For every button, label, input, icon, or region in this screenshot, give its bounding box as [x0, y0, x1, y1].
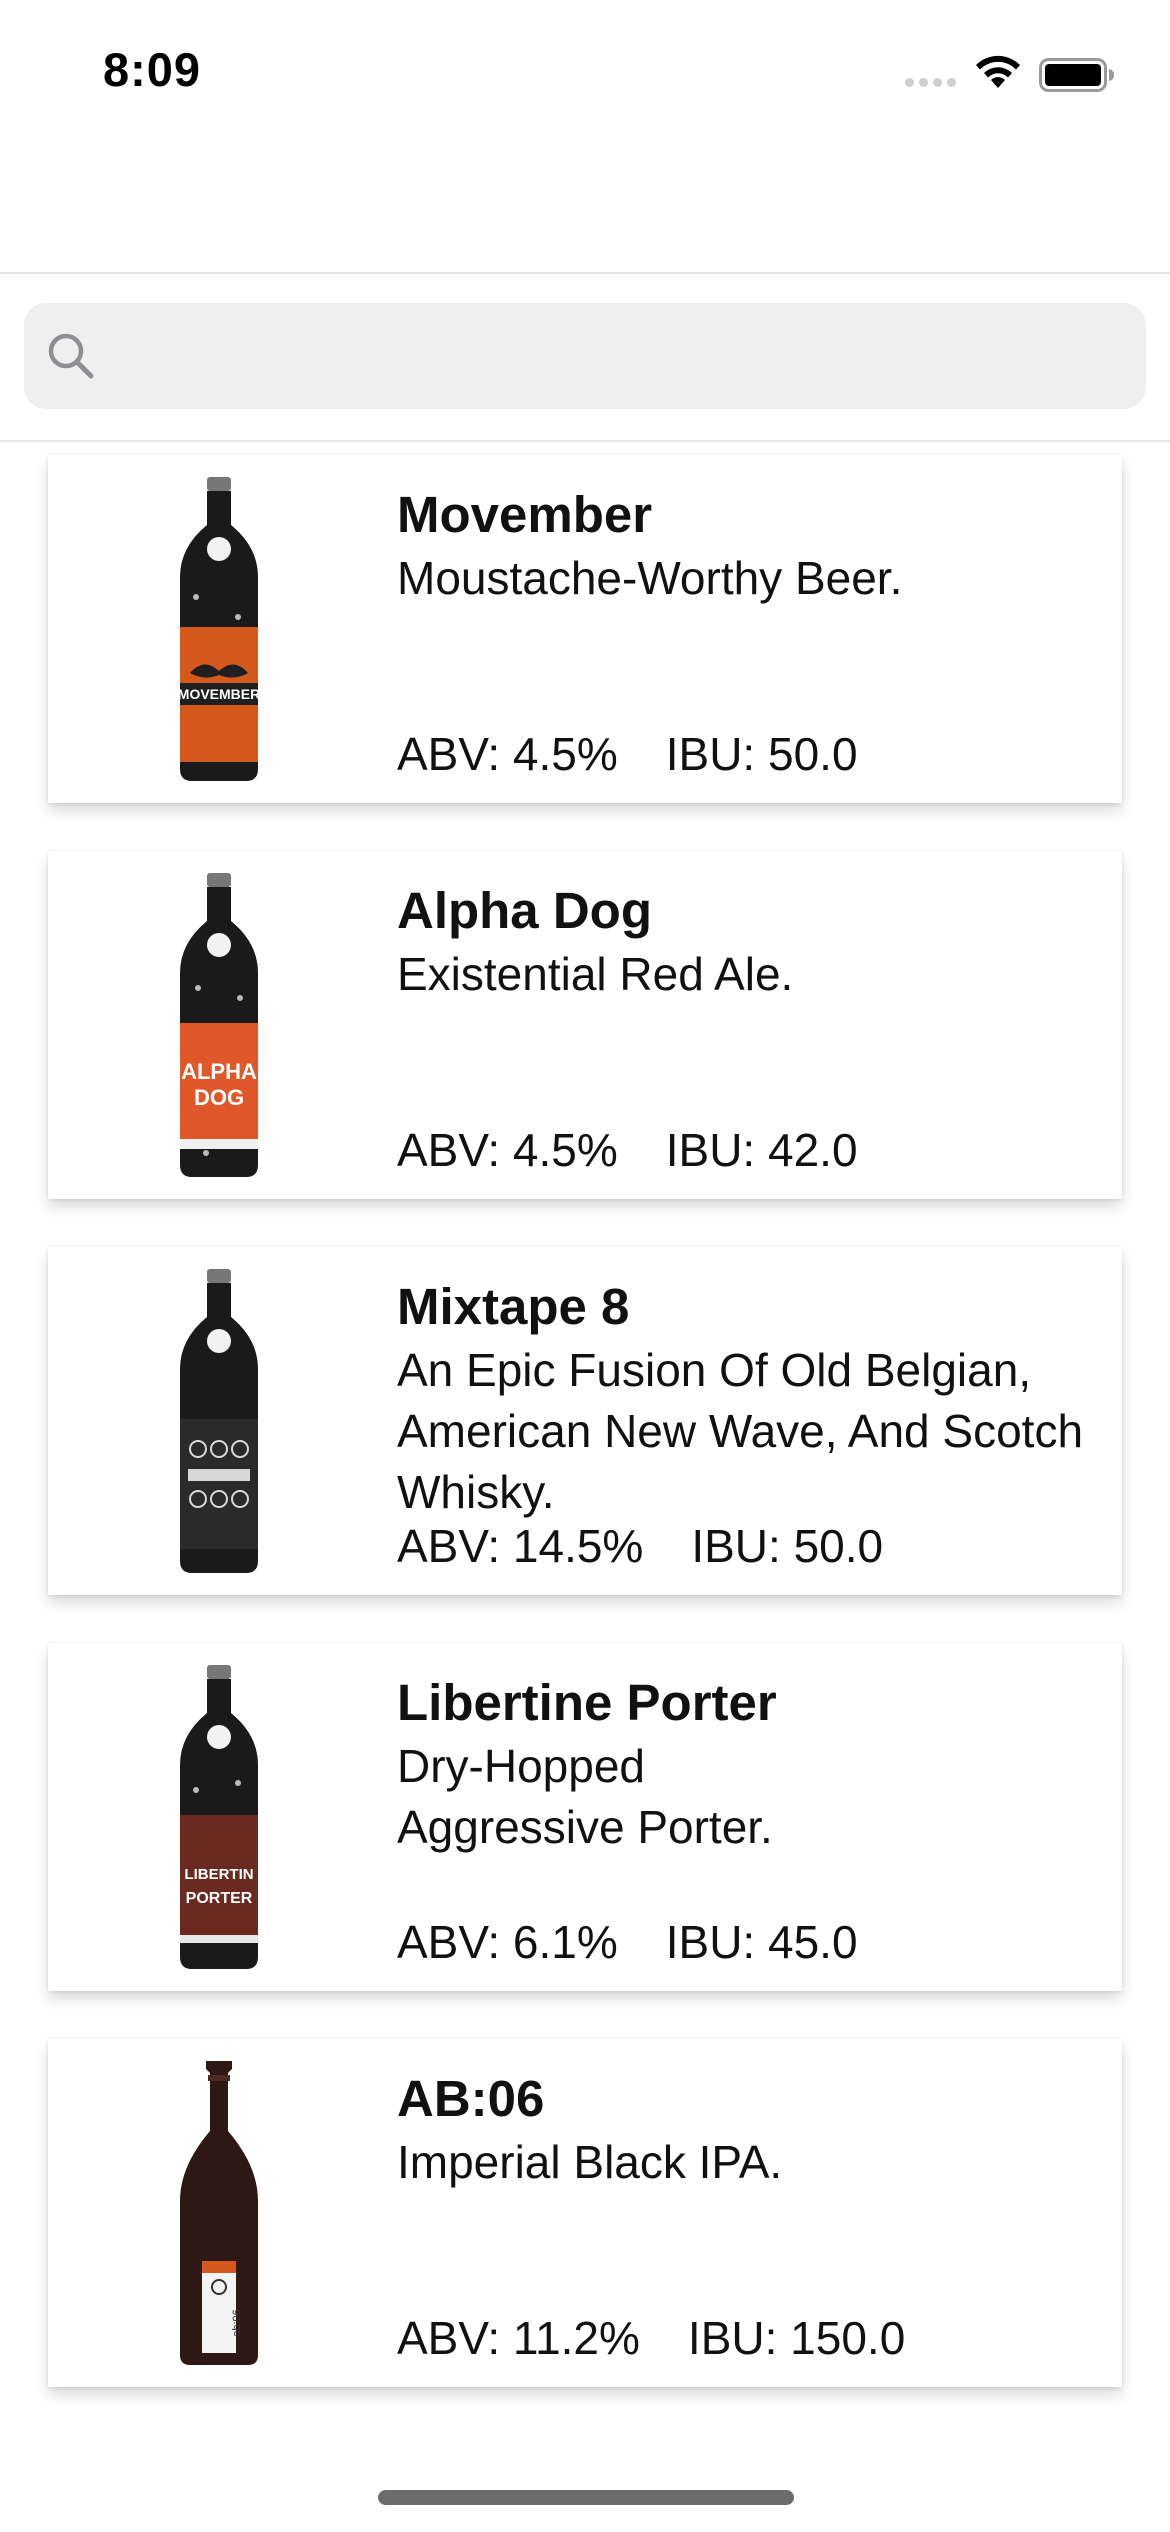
beer-tagline: An Epic Fusion Of Old Belgian, American …	[397, 1344, 1084, 1518]
beer-name: Movember	[397, 486, 653, 543]
beer-name: Mixtape 8	[397, 1278, 630, 1335]
beer-ibu: IBU: 50.0	[665, 728, 858, 780]
svg-text:DOG: DOG	[194, 1085, 244, 1110]
search-field[interactable]	[24, 303, 1146, 411]
beer-name: Libertine Porter	[397, 1674, 777, 1731]
beer-tagline: Moustache-Worthy Beer.	[397, 552, 903, 604]
beer-name: AB:06	[397, 2070, 545, 2127]
beer-abv: ABV: 14.5%	[397, 1520, 644, 1572]
search-bar	[0, 274, 1170, 442]
beer-stats: ABV: 14.5% IBU: 50.0	[397, 1519, 883, 1573]
beer-card[interactable]: ab:06 AB:06 Imperial Black IPA. ABV: 11.…	[48, 2039, 1122, 2387]
svg-text:ALPHA: ALPHA	[181, 1059, 257, 1084]
svg-text:MOVEMBER: MOVEMBER	[178, 686, 260, 702]
beer-bottle-image	[180, 1269, 258, 1573]
beer-stats: ABV: 4.5% IBU: 42.0	[397, 1123, 858, 1177]
beer-abv: ABV: 4.5%	[397, 728, 618, 780]
beer-ibu: IBU: 45.0	[665, 1916, 858, 1968]
beer-ibu: IBU: 42.0	[665, 1124, 858, 1176]
beer-bottle-image: MOVEMBER	[178, 477, 260, 781]
navigation-bar	[0, 150, 1170, 274]
beer-stats: ABV: 11.2% IBU: 150.0	[397, 2311, 905, 2365]
status-bar: 8:09	[0, 0, 1170, 150]
beer-tagline: Existential Red Ale.	[397, 948, 794, 1000]
beer-abv: ABV: 4.5%	[397, 1124, 618, 1176]
wifi-icon	[976, 55, 1020, 88]
beer-card[interactable]: ALPHA DOG Alpha Dog Existential Red Ale.…	[48, 851, 1122, 1199]
beer-tagline: Imperial Black IPA.	[397, 2136, 783, 2188]
beer-abv: ABV: 11.2%	[397, 2312, 640, 2364]
beer-stats: ABV: 6.1% IBU: 45.0	[397, 1915, 858, 1969]
beer-tagline: Dry-Hopped Aggressive Porter.	[397, 1740, 773, 1853]
status-time: 8:09	[103, 43, 202, 96]
beer-card[interactable]: MOVEMBER Movember Moustache-Worthy Beer.…	[48, 455, 1122, 803]
svg-text:PORTER: PORTER	[186, 1890, 253, 1907]
beer-bottle-image: ab:06	[180, 2061, 258, 2365]
search-icon	[48, 333, 94, 379]
beer-bottle-image: LIBERTIN PORTER	[180, 1665, 258, 1969]
beer-card[interactable]: LIBERTIN PORTER Libertine Porter Dry-Hop…	[48, 1643, 1122, 1991]
beer-bottle-image: ALPHA DOG	[180, 873, 258, 1177]
beer-list: MOVEMBER Movember Moustache-Worthy Beer.…	[48, 455, 1122, 2435]
beer-abv: ABV: 6.1%	[397, 1916, 618, 1968]
home-indicator[interactable]	[378, 2490, 794, 2505]
svg-text:ab:06: ab:06	[231, 2309, 243, 2337]
cellular-signal-icon	[905, 78, 956, 87]
beer-ibu: IBU: 50.0	[691, 1520, 884, 1572]
search-input[interactable]	[116, 303, 1120, 411]
beer-name: Alpha Dog	[397, 882, 652, 939]
svg-text:LIBERTIN: LIBERTIN	[184, 1866, 253, 1883]
beer-card[interactable]: Mixtape 8 An Epic Fusion Of Old Belgian,…	[48, 1247, 1122, 1595]
beer-ibu: IBU: 150.0	[687, 2312, 906, 2364]
battery-icon	[1039, 58, 1114, 92]
beer-stats: ABV: 4.5% IBU: 50.0	[397, 727, 858, 781]
